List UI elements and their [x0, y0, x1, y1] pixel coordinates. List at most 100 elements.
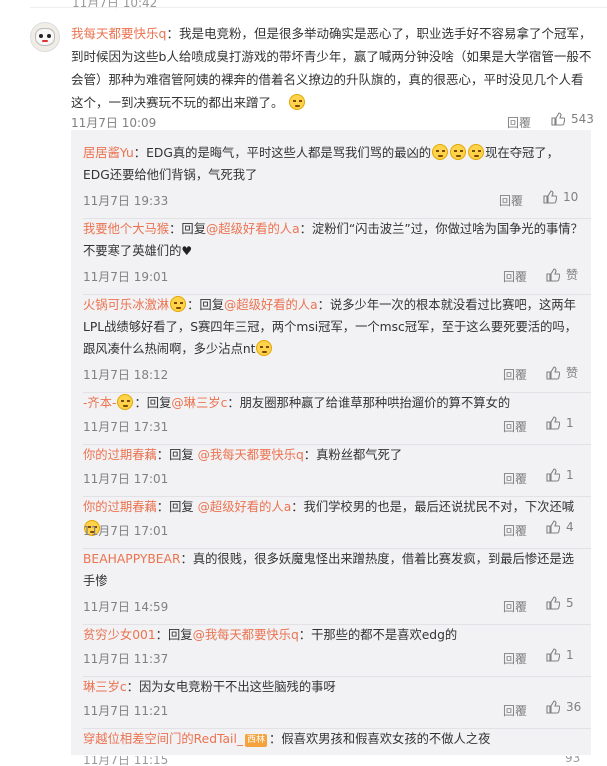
reply-item: BEAHAPPYBEAR：真的很贱，很多妖魔鬼怪出来蹭热度，借着比赛发疯，到最后… — [83, 548, 591, 625]
avatar[interactable] — [30, 22, 60, 52]
thumbs-up-icon — [546, 700, 560, 714]
like-count: 4 — [566, 520, 574, 534]
emoji-face-icon — [170, 296, 187, 312]
reply-meta: 11月7日 11:37 回覆 1 — [83, 648, 583, 668]
reply-button[interactable]: 回覆 — [503, 268, 527, 285]
thumbs-up-icon — [551, 112, 565, 126]
reply-button[interactable]: 回覆 — [499, 192, 523, 209]
emoji-face-icon — [117, 394, 134, 410]
reply-button[interactable]: 回覆 — [503, 418, 527, 435]
thumbs-up-icon — [546, 267, 560, 282]
like-button[interactable]: 4 — [546, 520, 574, 534]
reply-username[interactable]: 琳三岁c — [83, 680, 127, 694]
reply-time: 11月7日 11:15 — [83, 756, 169, 766]
emoji-face-icon — [256, 340, 273, 356]
reply-button[interactable]: 回覆 — [503, 522, 527, 539]
like-count: 36 — [566, 700, 582, 714]
reply-mention[interactable]: @琳三岁c — [171, 396, 227, 410]
reply-button[interactable]: 回覆 — [507, 114, 531, 131]
reply-text: ：干那些的都不是喜欢edg的 — [298, 628, 458, 642]
panda-avatar-icon — [35, 28, 55, 46]
thumbs-up-icon — [543, 190, 557, 204]
reply-button[interactable]: 回覆 — [503, 598, 527, 615]
thumbs-up-icon — [546, 520, 560, 534]
reply-meta: 11月7日 19:33 回覆 10 — [83, 190, 583, 210]
thumbs-up-icon — [546, 648, 560, 662]
reply-mention[interactable]: @我每天都要快乐q — [198, 448, 304, 462]
comment-time: 11月7日 10:09 — [71, 116, 157, 130]
reply-mention[interactable]: @超级好看的人a — [206, 222, 300, 236]
like-button[interactable]: 543 — [551, 112, 594, 126]
thumbs-up-icon — [546, 596, 560, 610]
like-count: 1 — [566, 416, 574, 430]
comment-meta: 11月7日 10:09 回覆 543 — [71, 112, 596, 132]
reply-item: 琳三岁c：因为女电竞粉干不出这些脑残的事呀 11月7日 11:21 回覆 36 — [83, 676, 591, 729]
reply-button[interactable]: 回覆 — [503, 650, 527, 667]
like-button[interactable]: 赞 — [546, 266, 578, 283]
reply-button[interactable]: 回覆 — [503, 366, 527, 383]
reply-username[interactable]: 你的过期春藕 — [83, 448, 157, 462]
reply-username[interactable]: 穿越位相差空间门的RedTail_ — [83, 732, 243, 746]
like-button[interactable]: 1 — [546, 648, 574, 662]
reply-mention[interactable]: @超级好看的人a — [224, 298, 318, 312]
reply-time: 11月7日 18:12 — [83, 368, 169, 382]
reply-text-block: BEAHAPPYBEAR：真的很贱，很多妖魔鬼怪出来蹭热度，借着比赛发疯，到最后… — [83, 548, 583, 592]
reply-text-block: 你的过期春藕：回复 @我每天都要快乐q：真粉丝都气死了 — [83, 444, 583, 466]
reply-text-block: 我要他个大马猴：回复@超级好看的人a：淀粉们“闪击波兰”过，你做过啥为国争光的事… — [83, 218, 583, 262]
reply-button[interactable]: 回覆 — [503, 470, 527, 487]
reply-meta: 11月7日 11:21 回覆 36 — [83, 700, 583, 720]
reply-prefix: ：回复 — [156, 448, 198, 462]
reply-username[interactable]: 火锅可乐冰激淋 — [83, 298, 169, 312]
reply-time: 11月7日 19:33 — [83, 194, 169, 208]
divider — [30, 7, 607, 8]
emoji-face-icon — [450, 144, 467, 160]
emoji-face-icon — [468, 144, 485, 160]
reply-button[interactable]: 回覆 — [503, 702, 527, 719]
like-button[interactable]: 5 — [546, 596, 574, 610]
reply-item: 你的过期春藕：回复 @我每天都要快乐q：真粉丝都气死了 11月7日 17:01 … — [83, 444, 591, 497]
root-comment-body: 我每天都要快乐q：我是电竞粉，但是很多举动确实是恶心了，职业选手好不容易拿了个冠… — [71, 22, 595, 114]
reply-username[interactable]: BEAHAPPYBEAR — [83, 552, 181, 566]
like-button[interactable]: 10 — [543, 190, 578, 204]
like-button[interactable]: 1 — [546, 416, 574, 430]
reply-item: 火锅可乐冰激淋 ：回复@超级好看的人a：说多少年一次的根本就没看过比赛吧，这两年L… — [83, 294, 591, 393]
reply-time: 11月7日 19:01 — [83, 270, 169, 284]
reply-text: ：假喜欢男孩和假喜欢女孩的不做人之夜 — [269, 732, 491, 746]
reply-username[interactable]: 贫穷少女001 — [83, 628, 156, 642]
like-count: 5 — [566, 596, 574, 610]
reply-text: ：因为女电竞粉干不出这些脑残的事呀 — [126, 680, 336, 694]
comment-username[interactable]: 我每天都要快乐q — [71, 26, 166, 41]
reply-username[interactable]: -齐本- — [83, 396, 116, 410]
reply-username[interactable]: 我要他个大马猴 — [83, 222, 169, 236]
like-count: 543 — [571, 112, 594, 126]
heart-icon: ♥ — [181, 244, 193, 258]
like-button[interactable]: 1 — [546, 468, 574, 482]
reply-item: 穿越位相差空间门的RedTail_ 西林 ：假喜欢男孩和假喜欢女孩的不做人之夜 — [83, 728, 583, 750]
like-button[interactable]: 36 — [546, 700, 581, 714]
reply-time: 11月7日 11:37 — [83, 652, 169, 666]
reply-meta: 11月7日 17:01 回覆 1 — [83, 468, 583, 488]
reply-text-block: 贫穷少女001：回复@我每天都要快乐q：干那些的都不是喜欢edg的 — [83, 624, 583, 646]
reply-username[interactable]: 你的过期春藕 — [83, 500, 157, 514]
reply-text-block: 居居酱Yu：EDG真的是晦气，平时这些人都是骂我们骂的最凶的 现在夺冠了，EDG还… — [83, 142, 583, 186]
reply-mention[interactable]: @我每天都要快乐q — [193, 628, 299, 642]
reply-text: ：我们学校男的也是，最后还说扰民不对，下次还喊 — [291, 500, 575, 514]
like-count: 赞 — [566, 366, 579, 380]
thumbs-up-icon — [546, 416, 560, 430]
reply-mention[interactable]: @超级好看的人a — [198, 500, 292, 514]
like-count: 93 — [565, 756, 581, 765]
reply-username[interactable]: 居居酱Yu — [83, 146, 134, 160]
reply-text: ：真粉丝都气死了 — [303, 448, 403, 462]
thumbs-up-icon — [546, 365, 560, 380]
reply-item: 居居酱Yu：EDG真的是晦气，平时这些人都是骂我们骂的最凶的 现在夺冠了，EDG还… — [83, 142, 591, 219]
reply-text: ：EDG真的是晦气，平时这些人都是骂我们骂的最凶的 — [133, 146, 432, 160]
like-button[interactable]: 赞 — [546, 364, 578, 381]
reply-item: 你的过期春藕：回复 @超级好看的人a：我们学校男的也是，最后还说扰民不对，下次还… — [83, 496, 591, 549]
like-count: 1 — [566, 648, 574, 662]
reply-item: 贫穷少女001：回复@我每天都要快乐q：干那些的都不是喜欢edg的 11月7日 … — [83, 624, 591, 677]
reply-meta: 11月7日 17:31 回覆 1 — [83, 416, 583, 436]
reply-time: 11月7日 11:21 — [83, 704, 169, 718]
thumbs-up-icon — [546, 468, 560, 482]
reply-prefix: ：回复 — [134, 396, 172, 410]
fan-badge: 西林 — [245, 734, 268, 747]
